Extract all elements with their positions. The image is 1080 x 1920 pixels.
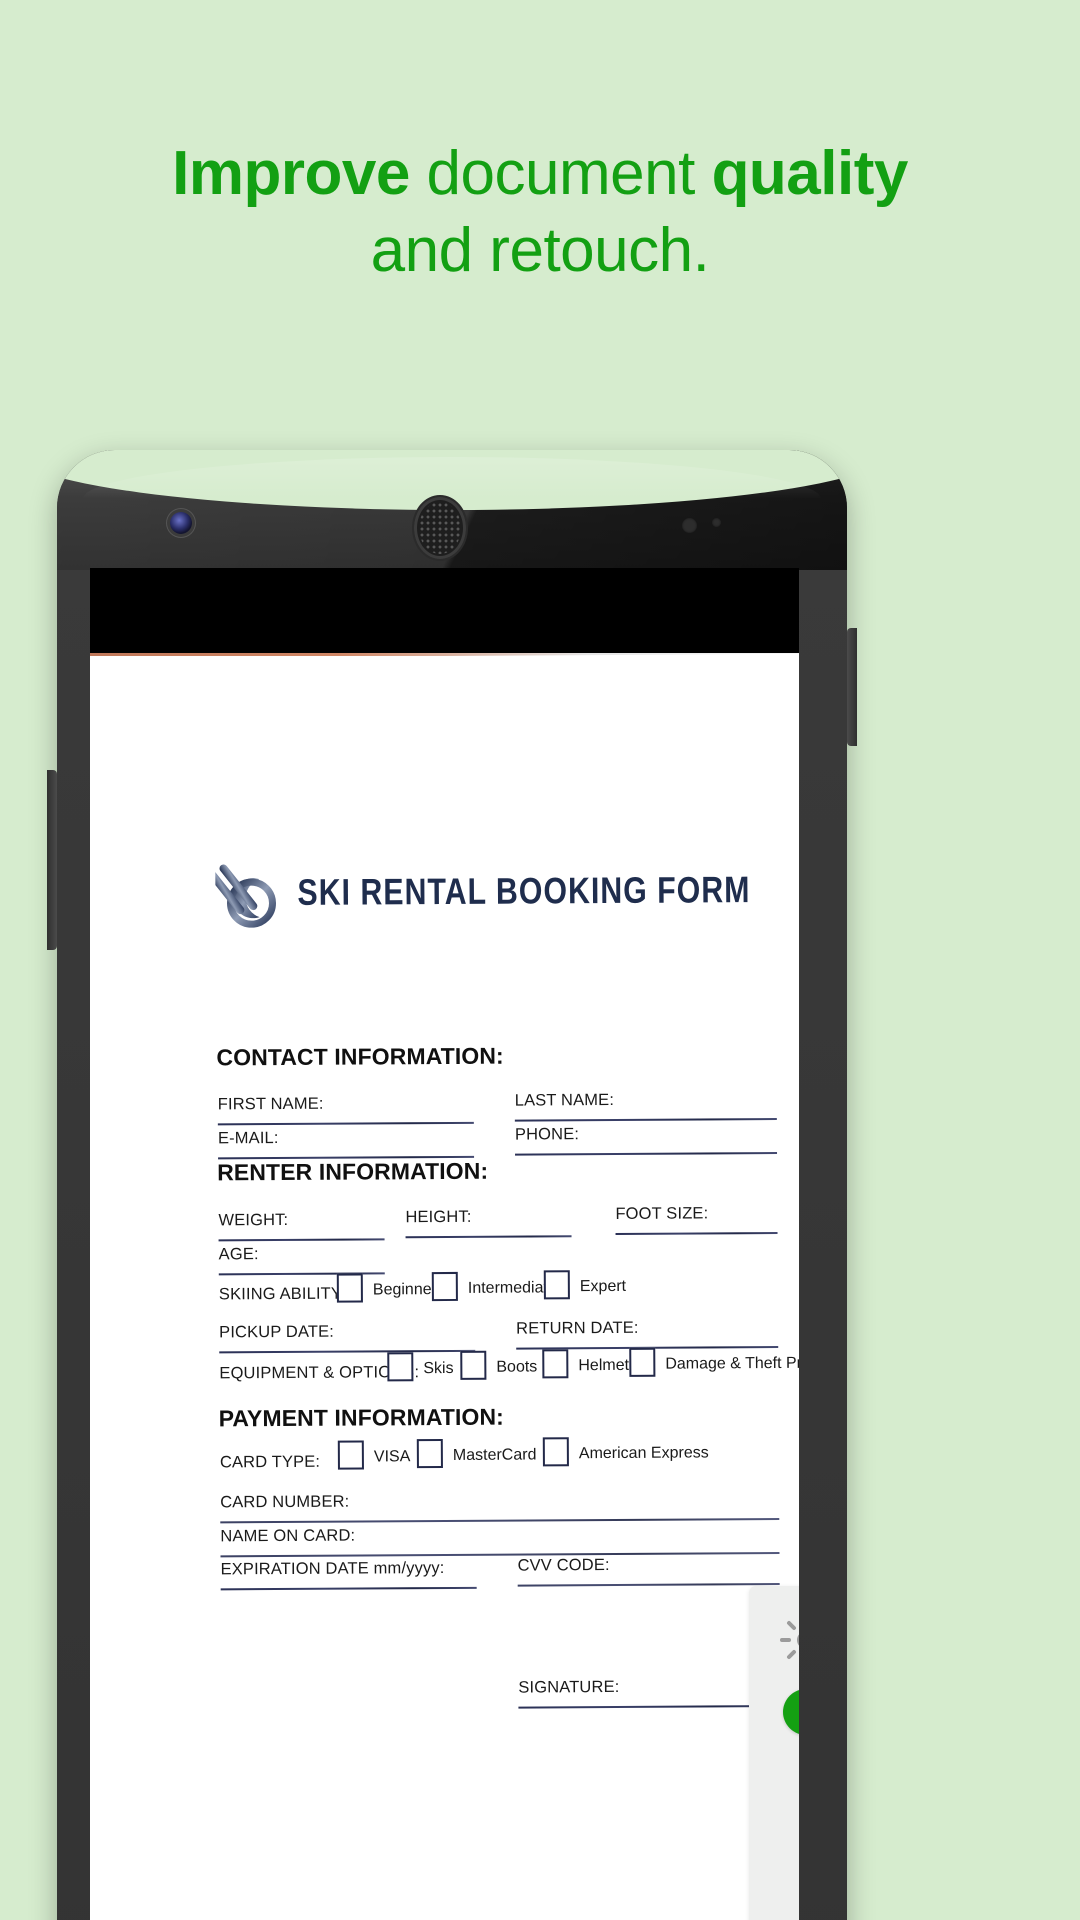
ski-logo-icon bbox=[215, 864, 277, 928]
checkbox-skis[interactable] bbox=[387, 1352, 414, 1382]
label-return-date: RETURN DATE: bbox=[516, 1318, 639, 1338]
input-foot-size[interactable] bbox=[615, 1231, 778, 1235]
input-phone[interactable] bbox=[515, 1151, 778, 1156]
label-card-type: CARD TYPE: bbox=[219, 1452, 321, 1472]
label-expiration-format: mm/yyyy: bbox=[373, 1559, 445, 1578]
label-foot-size: FOOT SIZE: bbox=[615, 1204, 709, 1223]
earpiece-speaker-icon bbox=[414, 497, 466, 559]
input-height[interactable] bbox=[405, 1235, 572, 1239]
option-american-express[interactable]: American Express bbox=[579, 1444, 709, 1463]
label-signature: SIGNATURE: bbox=[518, 1677, 620, 1697]
option-expert[interactable]: Expert bbox=[580, 1278, 626, 1296]
label-pickup-date: PICKUP DATE: bbox=[219, 1322, 335, 1342]
label-cvv-code: CVV CODE: bbox=[517, 1556, 610, 1575]
label-last-name: LAST NAME: bbox=[514, 1090, 615, 1110]
scanned-document[interactable]: SKI RENTAL BOOKING FORM CONTACT INFORMAT… bbox=[90, 653, 799, 1920]
headline-word-document: document bbox=[409, 139, 712, 208]
label-email: E-MAIL: bbox=[217, 1129, 279, 1148]
brightness-high-icon bbox=[779, 1621, 799, 1659]
document-logo: SKI RENTAL BOOKING FORM bbox=[215, 854, 799, 930]
bezel-highlight bbox=[83, 457, 821, 499]
checkbox-intermediate[interactable] bbox=[431, 1271, 458, 1302]
input-name-on-card[interactable] bbox=[220, 1551, 780, 1557]
phone-screen: SKI RENTAL BOOKING FORM CONTACT INFORMAT… bbox=[90, 568, 799, 1920]
logo-title: SKI RENTAL BOOKING FORM bbox=[297, 869, 751, 913]
speaker-mesh bbox=[419, 502, 461, 554]
option-damage-theft-protection[interactable]: Damage & Theft Protection bbox=[665, 1354, 799, 1373]
label-skiing-ability: SKIING ABILITY: bbox=[218, 1284, 346, 1304]
headline-word-improve: Improve bbox=[172, 139, 410, 208]
phone-mockup: SKI RENTAL BOOKING FORM CONTACT INFORMAT… bbox=[47, 450, 857, 1920]
checkbox-visa[interactable] bbox=[337, 1440, 364, 1470]
option-boots[interactable]: Boots bbox=[496, 1358, 537, 1376]
power-button[interactable] bbox=[847, 628, 857, 746]
checkbox-boots[interactable] bbox=[460, 1350, 487, 1380]
checkbox-beginner[interactable] bbox=[336, 1273, 363, 1303]
option-visa[interactable]: VISA bbox=[374, 1448, 411, 1466]
checkbox-helmet[interactable] bbox=[542, 1349, 569, 1379]
status-bar bbox=[90, 568, 799, 653]
light-sensor-icon bbox=[712, 518, 721, 527]
input-weight[interactable] bbox=[218, 1238, 385, 1242]
input-first-name[interactable] bbox=[217, 1121, 474, 1126]
headline-line-2: and retouch. bbox=[370, 215, 710, 285]
option-beginner[interactable]: Beginner bbox=[373, 1281, 437, 1299]
input-card-number[interactable] bbox=[220, 1517, 780, 1523]
section-title-renter: RENTER INFORMATION: bbox=[217, 1157, 489, 1186]
checkbox-damage-theft-protection[interactable] bbox=[629, 1347, 656, 1377]
label-phone: PHONE: bbox=[514, 1125, 580, 1144]
page-headline: Improve document quality and retouch. bbox=[0, 136, 1080, 290]
option-mastercard[interactable]: MasterCard bbox=[453, 1446, 537, 1465]
proximity-sensor-icon bbox=[682, 518, 697, 533]
input-cvv-code[interactable] bbox=[517, 1582, 780, 1587]
checkbox-american-express[interactable] bbox=[542, 1437, 569, 1467]
brightness-slider-handle[interactable] bbox=[782, 1689, 799, 1735]
input-expiration-date[interactable] bbox=[220, 1586, 477, 1591]
front-camera-icon bbox=[170, 512, 192, 534]
volume-button[interactable] bbox=[47, 770, 57, 950]
option-skis[interactable]: Skis bbox=[423, 1360, 453, 1378]
label-height: HEIGHT: bbox=[405, 1207, 472, 1227]
label-weight: WEIGHT: bbox=[218, 1210, 289, 1230]
input-last-name[interactable] bbox=[514, 1117, 777, 1122]
label-age: AGE: bbox=[218, 1245, 259, 1264]
label-expiration-date: EXPIRATION DATE mm/yyyy: bbox=[220, 1559, 445, 1579]
input-pickup-date[interactable] bbox=[219, 1349, 476, 1354]
option-helmet[interactable]: Helmet bbox=[578, 1357, 629, 1375]
label-first-name: FIRST NAME: bbox=[217, 1094, 324, 1114]
brightness-slider-panel[interactable] bbox=[749, 1586, 799, 1920]
section-title-payment: PAYMENT INFORMATION: bbox=[218, 1403, 504, 1432]
input-signature[interactable] bbox=[518, 1704, 781, 1709]
headline-word-quality: quality bbox=[711, 139, 909, 208]
checkbox-expert[interactable] bbox=[543, 1270, 570, 1300]
headline-line-1: Improve document quality bbox=[0, 136, 1080, 213]
checkbox-mastercard[interactable] bbox=[416, 1439, 443, 1469]
label-card-number: CARD NUMBER: bbox=[220, 1492, 350, 1512]
label-name-on-card: NAME ON CARD: bbox=[220, 1526, 356, 1546]
section-title-contact: CONTACT INFORMATION: bbox=[216, 1042, 504, 1071]
